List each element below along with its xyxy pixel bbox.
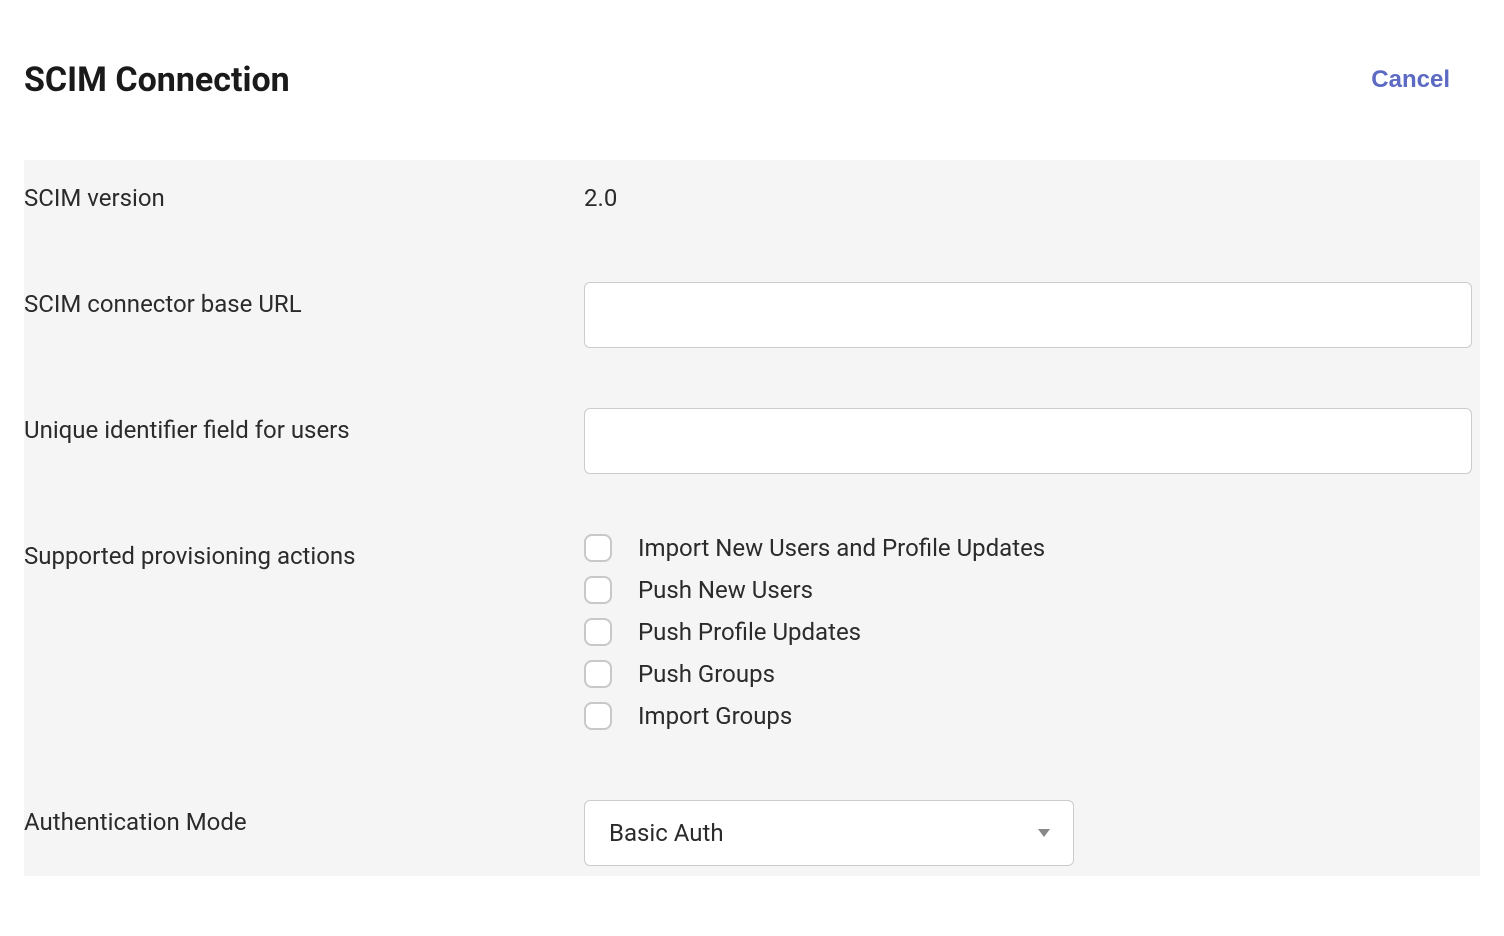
checkbox-import-users-label: Import New Users and Profile Updates (638, 534, 1045, 562)
cancel-button[interactable]: Cancel (1371, 66, 1480, 94)
base-url-input[interactable] (584, 282, 1472, 348)
unique-id-row: Unique identifier field for users (24, 398, 1480, 484)
checkbox-push-new-users-label: Push New Users (638, 576, 813, 604)
checkbox-push-profile-updates-box[interactable] (584, 618, 612, 646)
auth-mode-select-wrapper: Basic Auth (584, 800, 1074, 866)
scim-version-label: SCIM version (24, 176, 584, 212)
checkbox-import-users: Import New Users and Profile Updates (584, 534, 1472, 562)
checkbox-import-groups: Import Groups (584, 702, 1472, 730)
checkbox-import-users-box[interactable] (584, 534, 612, 562)
checkbox-push-new-users: Push New Users (584, 576, 1472, 604)
base-url-row: SCIM connector base URL (24, 272, 1480, 358)
page-header: SCIM Connection Cancel (24, 60, 1480, 100)
unique-id-input[interactable] (584, 408, 1472, 474)
auth-mode-select[interactable]: Basic Auth (584, 800, 1074, 866)
checkbox-import-groups-box[interactable] (584, 702, 612, 730)
provisioning-checkbox-list: Import New Users and Profile Updates Pus… (584, 534, 1472, 730)
page-title: SCIM Connection (24, 60, 290, 100)
checkbox-push-profile-updates: Push Profile Updates (584, 618, 1472, 646)
auth-mode-row: Authentication Mode Basic Auth (24, 790, 1480, 876)
scim-version-row: SCIM version 2.0 (24, 160, 1480, 222)
provisioning-row: Supported provisioning actions Import Ne… (24, 524, 1480, 740)
checkbox-push-new-users-box[interactable] (584, 576, 612, 604)
auth-mode-label: Authentication Mode (24, 800, 584, 836)
checkbox-push-profile-updates-label: Push Profile Updates (638, 618, 861, 646)
checkbox-push-groups: Push Groups (584, 660, 1472, 688)
checkbox-push-groups-label: Push Groups (638, 660, 775, 688)
base-url-label: SCIM connector base URL (24, 282, 584, 318)
scim-version-value: 2.0 (584, 176, 1472, 212)
provisioning-label: Supported provisioning actions (24, 534, 584, 570)
checkbox-import-groups-label: Import Groups (638, 702, 792, 730)
scim-form-panel: SCIM version 2.0 SCIM connector base URL… (24, 160, 1480, 876)
checkbox-push-groups-box[interactable] (584, 660, 612, 688)
unique-id-label: Unique identifier field for users (24, 408, 584, 444)
